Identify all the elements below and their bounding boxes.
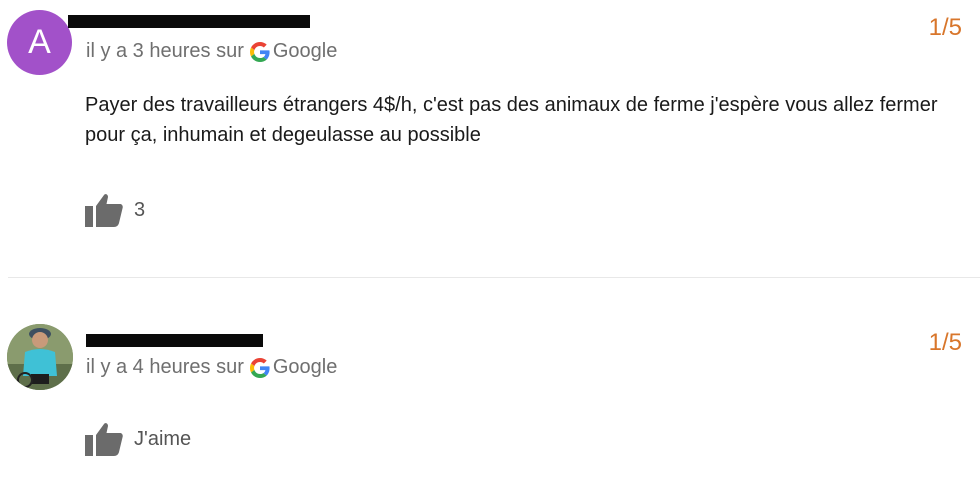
thumbs-up-icon: [85, 423, 123, 456]
review-source: Google: [272, 356, 338, 378]
review-card: il y a 4 heures sur Google 1/5 J'aime: [0, 300, 980, 478]
cyclist-photo: [7, 324, 73, 390]
like-label: J'aime: [134, 427, 192, 450]
avatar[interactable]: [7, 324, 73, 390]
review-divider: [8, 277, 980, 278]
like-button[interactable]: J'aime: [85, 422, 191, 456]
review-card: A il y a 3 heures sur Google 1/5 Payer d…: [0, 0, 980, 270]
avatar[interactable]: A: [7, 10, 72, 75]
review-time: il y a 4 heures sur: [86, 356, 244, 378]
google-g-icon: [249, 357, 270, 378]
review-rating: 1/5: [928, 14, 962, 41]
review-text: Payer des travailleurs étrangers 4$/h, c…: [85, 94, 938, 146]
review-meta: il y a 4 heures sur Google: [86, 356, 337, 379]
review-time: il y a 3 heures sur: [86, 40, 244, 62]
google-g-icon: [249, 41, 270, 62]
review-source: Google: [272, 40, 338, 62]
thumbs-up-icon: [85, 194, 123, 227]
review-rating: 1/5: [928, 329, 962, 356]
like-count: 3: [134, 198, 146, 221]
redacted-reviewer-name: [68, 15, 310, 28]
review-meta: il y a 3 heures sur Google: [86, 40, 337, 63]
like-button[interactable]: 3: [85, 193, 145, 227]
avatar-letter: A: [28, 23, 51, 61]
redacted-reviewer-name: [86, 334, 263, 347]
